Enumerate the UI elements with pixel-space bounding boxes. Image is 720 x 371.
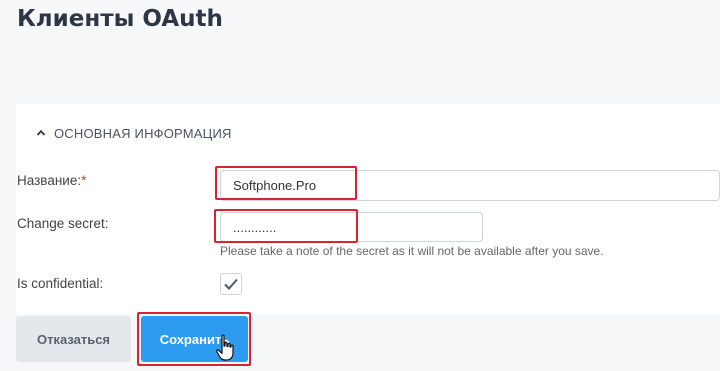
name-label: Название:* (17, 173, 87, 188)
required-mark: * (81, 173, 87, 188)
checkmark-icon (224, 278, 238, 290)
page-title: Клиенты OAuth (17, 6, 223, 32)
chevron-up-icon (36, 129, 46, 136)
secret-highlight (214, 209, 358, 243)
section-title: ОСНОВНАЯ ИНФОРМАЦИЯ (54, 125, 232, 141)
name-highlight (215, 166, 357, 200)
section-toggle[interactable]: ОСНОВНАЯ ИНФОРМАЦИЯ (36, 124, 232, 142)
secret-label: Change secret: (17, 216, 109, 231)
confidential-checkbox[interactable] (220, 273, 242, 295)
hand-cursor-icon (216, 334, 234, 361)
cancel-button[interactable]: Отказаться (16, 316, 131, 362)
confidential-label: Is confidential: (17, 276, 104, 291)
secret-hint: Please take a note of the secret as it w… (220, 244, 604, 258)
